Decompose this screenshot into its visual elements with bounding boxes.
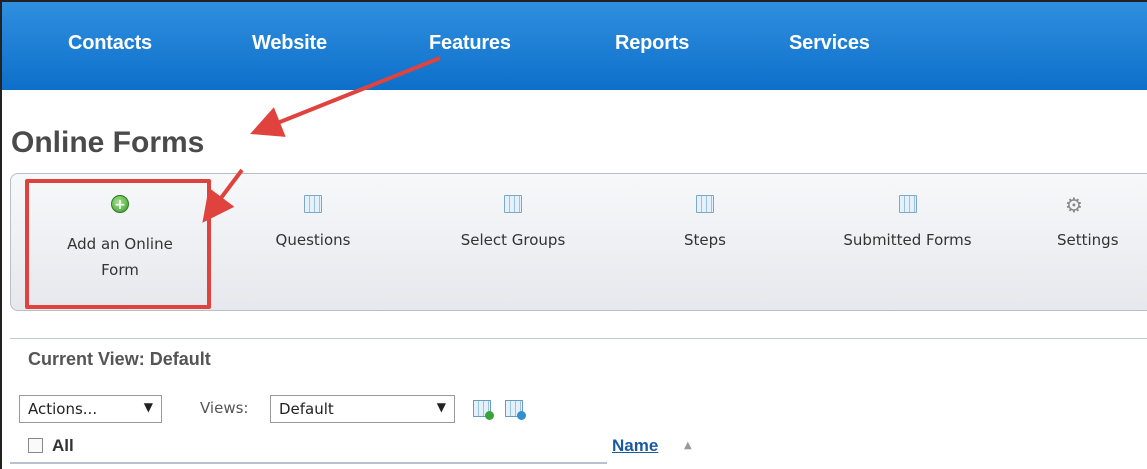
page-title: Online Forms — [11, 126, 205, 159]
nav-item-contacts[interactable]: Contacts — [68, 32, 152, 55]
sort-ascending-icon[interactable]: ▲ — [684, 440, 692, 451]
add-view-icon[interactable] — [473, 399, 494, 420]
export-view-icon[interactable] — [505, 399, 526, 420]
steps-button[interactable]: Steps — [670, 195, 740, 249]
submitted-forms-label: Submitted Forms — [843, 231, 972, 249]
chevron-down-icon: ▼ — [436, 400, 446, 414]
plus-circle-icon: + — [111, 195, 129, 213]
nav-item-features[interactable]: Features — [429, 32, 511, 55]
submitted-forms-button[interactable]: Submitted Forms — [820, 195, 995, 249]
steps-label: Steps — [684, 231, 726, 249]
table-icon — [696, 195, 714, 213]
select-groups-label: Select Groups — [460, 231, 566, 249]
questions-button[interactable]: Questions — [258, 195, 368, 249]
chevron-down-icon: ▼ — [143, 400, 153, 414]
table-icon — [898, 195, 917, 213]
current-view-label: Current View: Default — [28, 349, 211, 369]
table-icon — [304, 195, 322, 213]
views-dropdown-value: Default — [279, 400, 334, 418]
select-groups-button[interactable]: Select Groups — [443, 195, 583, 249]
views-dropdown[interactable]: Default ▼ — [270, 395, 455, 423]
top-navigation: Contacts Website Features Reports Servic… — [2, 2, 1147, 90]
views-label: Views: — [200, 399, 249, 417]
actions-dropdown[interactable]: Actions... ▼ — [19, 395, 162, 423]
add-online-form-label: Add an Online Form — [67, 235, 173, 279]
column-header-name[interactable]: Name — [612, 436, 658, 456]
add-online-form-button[interactable]: + Add an Online Form — [40, 195, 200, 283]
actions-dropdown-value: Actions... — [28, 400, 98, 418]
select-all-checkbox[interactable] — [28, 438, 43, 453]
section-divider — [10, 338, 1147, 339]
settings-button[interactable]: ⚙ Settings — [1057, 195, 1147, 249]
export-badge-icon — [517, 411, 526, 420]
frame-left-border — [0, 0, 2, 469]
nav-item-services[interactable]: Services — [789, 32, 870, 55]
screenshot: Contacts Website Features Reports Servic… — [0, 0, 1147, 469]
add-badge-icon — [485, 411, 494, 420]
questions-label: Questions — [275, 231, 351, 249]
header-underline — [10, 462, 607, 464]
table-icon — [504, 195, 522, 213]
select-all-label: All — [52, 436, 74, 455]
nav-item-website[interactable]: Website — [252, 32, 327, 55]
gear-icon: ⚙ — [1065, 193, 1083, 217]
settings-label: Settings — [1057, 231, 1119, 249]
nav-item-reports[interactable]: Reports — [615, 32, 689, 55]
